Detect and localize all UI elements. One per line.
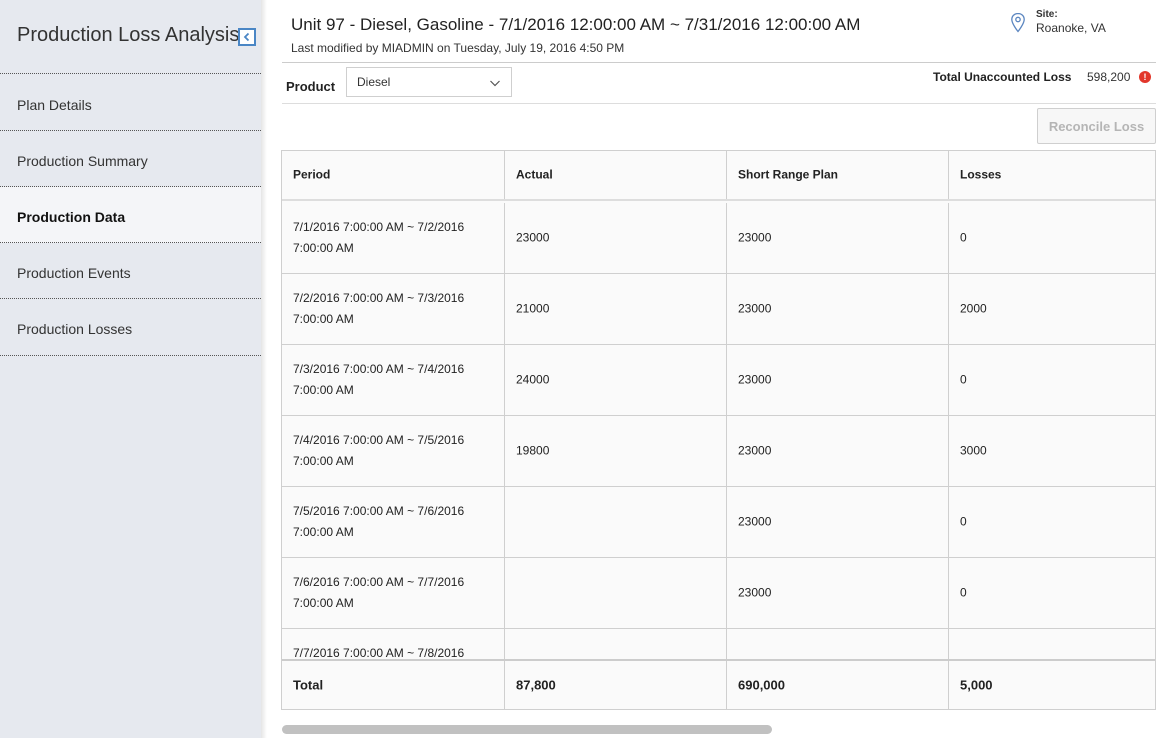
grid-body[interactable]: 7/1/2016 7:00:00 AM ~ 7/2/2016 7:00:00 A… xyxy=(282,203,1155,660)
cell-losses[interactable]: 0 xyxy=(949,345,1155,415)
table-row[interactable]: 7/7/2016 7:00:00 AM ~ 7/8/2016 7:00:00 A… xyxy=(282,629,1155,660)
product-select[interactable]: Diesel xyxy=(346,67,512,97)
column-header-actual[interactable]: Actual xyxy=(505,151,727,199)
sidebar-shadow xyxy=(261,0,267,738)
toolbar-divider xyxy=(282,103,1156,104)
page-title: Unit 97 - Diesel, Gasoline - 7/1/2016 12… xyxy=(291,15,861,34)
cell-period[interactable]: 7/2/2016 7:00:00 AM ~ 7/3/2016 7:00:00 A… xyxy=(282,274,505,344)
cell-short-range-plan[interactable]: 23000 xyxy=(727,203,949,273)
cell-actual[interactable]: 21000 xyxy=(505,274,727,344)
sidebar-item-production-events[interactable]: Production Events xyxy=(0,243,261,299)
grid-header-row: Period Actual Short Range Plan Losses xyxy=(282,151,1155,201)
cell-period[interactable]: 7/1/2016 7:00:00 AM ~ 7/2/2016 7:00:00 A… xyxy=(282,203,505,273)
product-selected-value: Diesel xyxy=(357,75,391,89)
site-value: Roanoke, VA xyxy=(1036,21,1106,35)
sidebar-item-production-data[interactable]: Production Data xyxy=(0,187,261,243)
cell-actual[interactable]: 23000 xyxy=(505,203,727,273)
header-divider xyxy=(282,62,1156,63)
cell-short-range-plan[interactable]: 23000 xyxy=(727,629,949,659)
table-row[interactable]: 7/6/2016 7:00:00 AM ~ 7/7/2016 7:00:00 A… xyxy=(282,558,1155,629)
sidebar-item-label: Production Events xyxy=(17,265,131,281)
sidebar-header: Production Loss Analysis xyxy=(0,0,261,74)
cell-actual[interactable] xyxy=(505,558,727,628)
sidebar-item-production-summary[interactable]: Production Summary xyxy=(0,131,261,187)
column-header-short-range-plan[interactable]: Short Range Plan xyxy=(727,151,949,199)
cell-actual[interactable]: 19800 xyxy=(505,416,727,486)
collapse-sidebar-button[interactable] xyxy=(238,28,256,46)
cell-losses[interactable]: 0 xyxy=(949,558,1155,628)
cell-short-range-plan[interactable]: 23000 xyxy=(727,487,949,557)
cell-short-range-plan[interactable]: 23000 xyxy=(727,274,949,344)
sidebar-item-label: Production Data xyxy=(17,209,126,225)
site-label: Site: xyxy=(1036,9,1058,20)
total-unaccounted-loss-label: Total Unaccounted Loss xyxy=(933,70,1072,84)
total-losses: 5,000 xyxy=(960,677,993,693)
sidebar: Production Loss Analysis Plan Details Pr… xyxy=(0,0,261,738)
total-label: Total xyxy=(282,661,505,709)
column-header-losses[interactable]: Losses xyxy=(949,151,1155,199)
cell-period[interactable]: 7/4/2016 7:00:00 AM ~ 7/5/2016 7:00:00 A… xyxy=(282,416,505,486)
cell-short-range-plan[interactable]: 23000 xyxy=(727,416,949,486)
production-data-grid: Period Actual Short Range Plan Losses 7/… xyxy=(281,150,1156,710)
sidebar-item-label: Production Summary xyxy=(17,153,148,169)
cell-short-range-plan[interactable]: 23000 xyxy=(727,345,949,415)
cell-period[interactable]: 7/7/2016 7:00:00 AM ~ 7/8/2016 7:00:00 A… xyxy=(282,629,505,659)
sidebar-item-label: Plan Details xyxy=(17,97,92,113)
total-unaccounted-loss-value: 598,200 xyxy=(1087,70,1131,84)
app-title: Production Loss Analysis xyxy=(17,24,240,46)
sidebar-item-production-losses[interactable]: Production Losses xyxy=(0,299,261,356)
total-short-range-plan: 690,000 xyxy=(727,661,949,709)
table-row[interactable]: 7/4/2016 7:00:00 AM ~ 7/5/2016 7:00:00 A… xyxy=(282,416,1155,487)
reconcile-loss-button[interactable]: Reconcile Loss xyxy=(1037,108,1156,144)
cell-losses[interactable]: 0 xyxy=(949,487,1155,557)
table-row[interactable]: 7/1/2016 7:00:00 AM ~ 7/2/2016 7:00:00 A… xyxy=(282,203,1155,274)
chevron-left-icon xyxy=(243,32,250,42)
cell-losses[interactable]: 3000 xyxy=(949,416,1155,486)
cell-losses[interactable]: 0 xyxy=(949,203,1155,273)
location-pin-icon xyxy=(1011,12,1025,33)
last-modified-text: Last modified by MIADMIN on Tuesday, Jul… xyxy=(291,41,625,55)
grid-totals-row: Total 87,800 690,000 5,000 xyxy=(282,659,1155,709)
table-row[interactable]: 7/3/2016 7:00:00 AM ~ 7/4/2016 7:00:00 A… xyxy=(282,345,1155,416)
cell-losses[interactable]: 2000 xyxy=(949,274,1155,344)
alert-icon[interactable]: ! xyxy=(1139,71,1151,83)
table-row[interactable]: 7/2/2016 7:00:00 AM ~ 7/3/2016 7:00:00 A… xyxy=(282,274,1155,345)
horizontal-scrollbar[interactable] xyxy=(282,725,772,734)
sidebar-item-plan-details[interactable]: Plan Details xyxy=(0,75,261,131)
cell-actual[interactable] xyxy=(505,487,727,557)
cell-short-range-plan[interactable]: 23000 xyxy=(727,558,949,628)
cell-period[interactable]: 7/5/2016 7:00:00 AM ~ 7/6/2016 7:00:00 A… xyxy=(282,487,505,557)
column-header-period[interactable]: Period xyxy=(282,151,505,199)
cell-period[interactable]: 7/3/2016 7:00:00 AM ~ 7/4/2016 7:00:00 A… xyxy=(282,345,505,415)
chevron-down-icon xyxy=(490,80,500,87)
cell-period[interactable]: 7/6/2016 7:00:00 AM ~ 7/7/2016 7:00:00 A… xyxy=(282,558,505,628)
table-row[interactable]: 7/5/2016 7:00:00 AM ~ 7/6/2016 7:00:00 A… xyxy=(282,487,1155,558)
cell-losses[interactable]: 0 xyxy=(949,629,1155,660)
product-label: Product xyxy=(286,79,336,94)
total-actual: 87,800 xyxy=(505,661,727,709)
cell-actual[interactable]: 24000 xyxy=(505,345,727,415)
sidebar-item-label: Production Losses xyxy=(17,321,133,337)
cell-actual[interactable] xyxy=(505,629,727,659)
